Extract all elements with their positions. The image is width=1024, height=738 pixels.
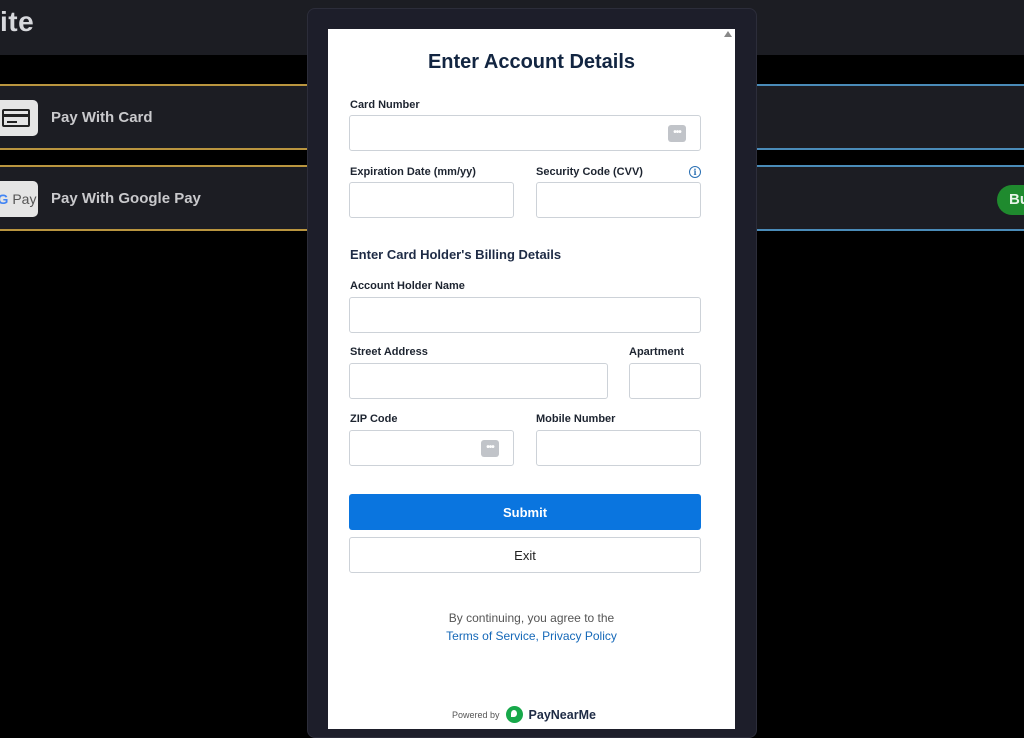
row-border-accent bbox=[756, 84, 1024, 150]
zip-code-field[interactable]: ••• bbox=[349, 430, 514, 466]
cvv-input[interactable] bbox=[537, 183, 700, 217]
row-border-accent bbox=[756, 165, 1024, 231]
card-number-input[interactable] bbox=[350, 116, 700, 150]
expiration-input[interactable] bbox=[350, 183, 513, 217]
card-number-field[interactable]: ••• bbox=[349, 115, 701, 151]
privacy-policy-link[interactable]: Privacy Policy bbox=[542, 629, 617, 643]
card-number-label: Card Number bbox=[350, 99, 420, 111]
pay-with-card-label: Pay With Card bbox=[51, 109, 153, 126]
buy-button[interactable]: Bu bbox=[997, 185, 1024, 215]
exit-button[interactable]: Exit bbox=[349, 537, 701, 573]
mobile-number-field[interactable] bbox=[536, 430, 701, 466]
app-title: ite bbox=[0, 6, 35, 37]
paynearme-logo-icon bbox=[505, 706, 523, 723]
autofill-dots-icon[interactable]: ••• bbox=[481, 440, 499, 457]
google-pay-icon: G Pay bbox=[0, 181, 38, 217]
holder-name-field[interactable] bbox=[349, 297, 701, 333]
info-icon[interactable]: i bbox=[689, 166, 701, 178]
terms-of-service-link[interactable]: Terms of Service bbox=[446, 629, 535, 643]
mobile-number-label: Mobile Number bbox=[536, 413, 616, 425]
submit-button[interactable]: Submit bbox=[349, 494, 701, 530]
holder-name-label: Account Holder Name bbox=[350, 280, 465, 292]
scroll-up-arrow-icon[interactable] bbox=[724, 31, 732, 37]
mobile-number-input[interactable] bbox=[537, 431, 700, 465]
legal-links: Terms of Service, Privacy Policy bbox=[328, 629, 735, 643]
cvv-field[interactable] bbox=[536, 182, 701, 218]
apartment-input[interactable] bbox=[630, 364, 700, 398]
apartment-label: Apartment bbox=[629, 346, 685, 358]
apartment-field[interactable] bbox=[629, 363, 701, 399]
street-address-input[interactable] bbox=[350, 364, 607, 398]
pay-with-google-pay-label: Pay With Google Pay bbox=[51, 190, 201, 207]
autofill-dots-icon[interactable]: ••• bbox=[668, 125, 686, 142]
street-address-label: Street Address bbox=[350, 346, 428, 358]
powered-by: Powered by PayNearMe bbox=[452, 706, 596, 723]
billing-details-heading: Enter Card Holder's Billing Details bbox=[350, 247, 562, 262]
zip-code-label: ZIP Code bbox=[350, 413, 398, 425]
powered-by-label: Powered by bbox=[452, 709, 500, 720]
account-details-modal: Enter Account Details Card Number ••• Ex… bbox=[328, 29, 735, 729]
street-address-field[interactable] bbox=[349, 363, 608, 399]
cvv-label: Security Code (CVV) bbox=[536, 166, 643, 178]
paynearme-brand: PayNearMe bbox=[528, 707, 596, 722]
credit-card-icon bbox=[0, 100, 38, 136]
expiration-field[interactable] bbox=[349, 182, 514, 218]
agreement-text: By continuing, you agree to the bbox=[448, 611, 615, 625]
holder-name-input[interactable] bbox=[350, 298, 700, 332]
expiration-label: Expiration Date (mm/yy) bbox=[350, 166, 476, 178]
modal-title: Enter Account Details bbox=[427, 51, 636, 73]
